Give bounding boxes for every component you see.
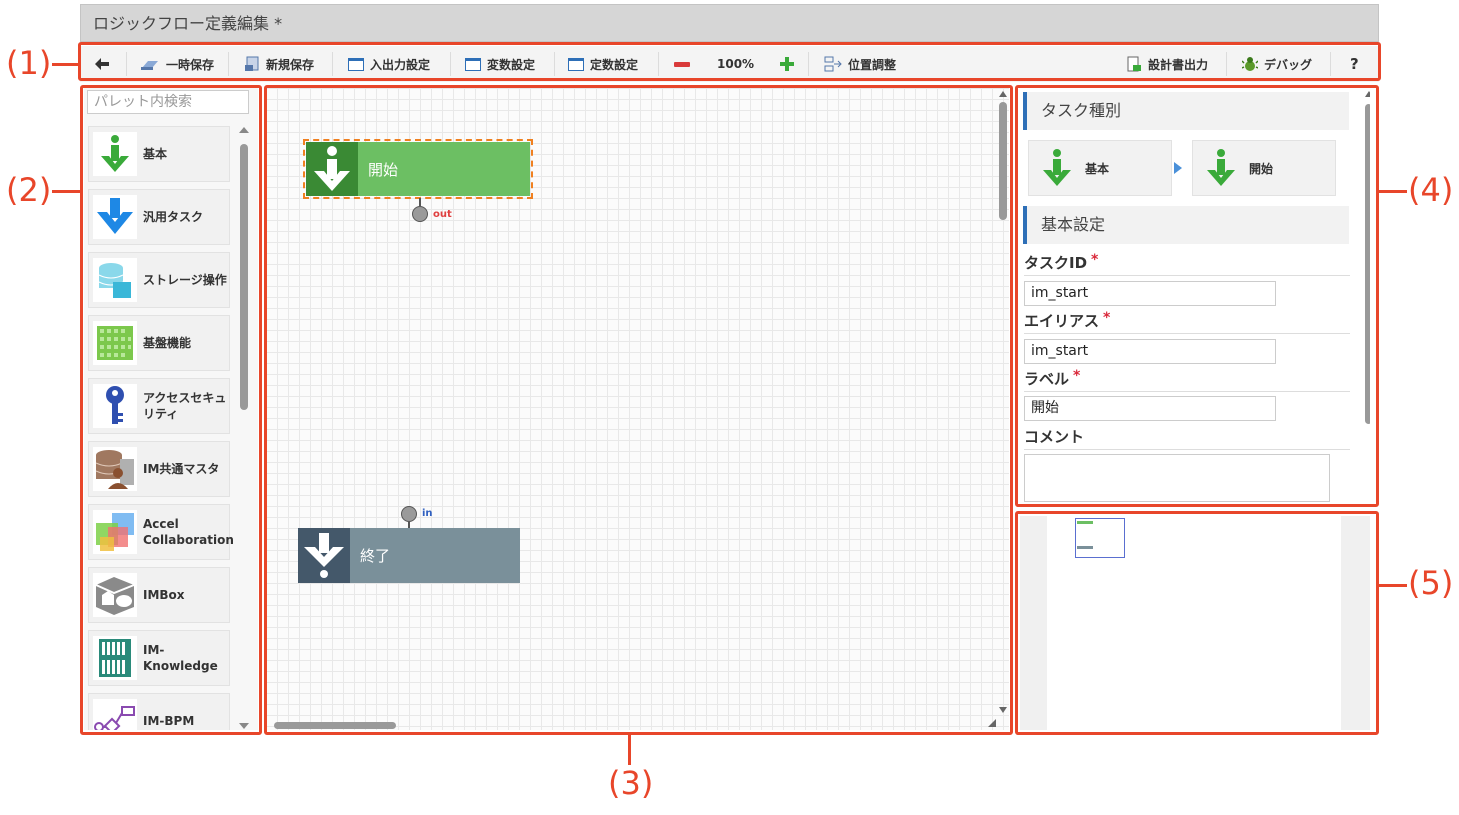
- annotation-label-3: (3): [608, 764, 654, 802]
- annotation-box-5: [1015, 511, 1379, 735]
- window-title: ロジックフロー定義編集 *: [80, 4, 1379, 42]
- annotation-box-4: [1015, 85, 1379, 507]
- annotation-label-2: (2): [6, 171, 52, 209]
- annotation-box-2: [80, 85, 262, 735]
- annotation-label-5: (5): [1408, 564, 1454, 602]
- annotation-box-3: [264, 85, 1013, 735]
- annotation-box-1: [78, 42, 1381, 81]
- annotation-label-1: (1): [6, 44, 52, 82]
- annotation-label-4: (4): [1408, 171, 1454, 209]
